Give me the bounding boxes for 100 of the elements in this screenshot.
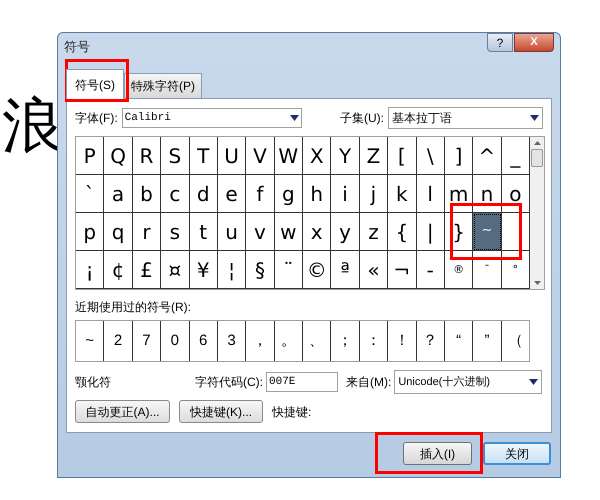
scrollbar-thumb[interactable] [531,149,543,167]
symbol-cell[interactable]: ` [76,175,104,213]
recent-symbol-cell[interactable]: 、 [303,321,332,361]
char-code-label: 字符代码(C): [195,374,263,391]
recent-symbol-cell[interactable]: ， [246,321,275,361]
symbol-cell[interactable]: { [388,213,416,251]
recent-symbol-cell[interactable]: 2 [104,321,133,361]
symbol-cell[interactable]: ¨ [274,251,303,289]
recent-symbol-cell[interactable]: ？ [416,321,445,361]
annotation-frame [65,59,129,102]
symbol-cell[interactable]: W [274,137,303,175]
symbol-cell[interactable]: ^ [473,137,502,175]
symbol-cell[interactable]: © [303,251,332,289]
symbol-cell[interactable]: V [246,137,275,175]
symbol-cell[interactable]: g [274,175,303,213]
recent-symbol-cell[interactable]: 。 [274,321,303,361]
symbol-cell[interactable]: u [218,213,246,251]
symbol-cell[interactable]: j [360,175,388,213]
symbol-cell[interactable]: c [161,175,190,213]
symbol-cell[interactable]: r [132,213,162,251]
from-label: 来自(M): [346,374,392,391]
symbol-cell[interactable]: i [331,175,360,213]
dropdown-arrow-icon [529,379,538,385]
symbol-cell[interactable]: R [132,137,162,175]
symbol-cell[interactable]: T [190,137,218,175]
symbol-cell[interactable]: l [416,175,445,213]
symbol-cell[interactable]: ~ [473,213,502,251]
symbol-cell[interactable]: ¬ [388,251,416,289]
symbol-cell[interactable]: | [416,213,445,251]
annotation-frame [450,203,522,260]
recent-symbol-cell[interactable]: ； [331,321,360,361]
symbol-cell[interactable]: ¦ [218,251,246,289]
tab[interactable]: 符号(S) [66,69,124,99]
symbol-cell[interactable]: [ [388,137,416,175]
from-dropdown[interactable]: Unicode(十六进制) [394,370,542,394]
symbol-cell[interactable]: Z [360,137,388,175]
recent-symbol-cell[interactable]: 7 [132,321,162,361]
help-button[interactable]: ? [487,33,513,52]
symbol-cell[interactable]: ¢ [104,251,133,289]
recent-symbol-cell[interactable]: ： [360,321,388,361]
symbol-cell[interactable]: e [218,175,246,213]
symbol-cell[interactable]: ® [444,251,474,289]
symbol-cell[interactable]: x [303,213,332,251]
symbol-cell[interactable]: k [388,175,416,213]
symbol-cell[interactable]: ¡ [76,251,104,289]
symbol-cell[interactable]: p [76,213,104,251]
recent-symbol-cell[interactable]: （ [502,321,529,361]
recent-symbol-cell[interactable]: 6 [190,321,218,361]
symbol-cell[interactable]: z [360,213,388,251]
symbol-cell[interactable]: v [246,213,275,251]
symbol-cell[interactable]: Q [104,137,133,175]
symbol-cell[interactable]: s [161,213,190,251]
symbol-cell[interactable]: X [303,137,332,175]
symbol-cell[interactable]: f [246,175,275,213]
symbol-cell[interactable]: m [444,175,474,213]
symbol-cell[interactable]: q [104,213,133,251]
symbol-cell[interactable]: ] [444,137,474,175]
symbol-cell[interactable]: ¤ [161,251,190,289]
char-code-field[interactable]: 007E [266,372,338,392]
symbol-cell[interactable]: d [190,175,218,213]
symbol-cell[interactable]: « [360,251,388,289]
scroll-down-icon[interactable] [534,281,540,285]
autocorrect-button[interactable]: 自动更正(A)... [75,400,170,423]
symbol-cell[interactable]: ¥ [190,251,218,289]
shortcut-key-button[interactable]: 快捷键(K)... [179,400,263,423]
recent-symbol-cell[interactable]: ！ [388,321,416,361]
symbol-cell[interactable]: § [246,251,275,289]
symbol-cell[interactable]: S [161,137,190,175]
dropdown-arrow-icon [530,115,539,121]
window-title: 符号 [64,38,90,56]
subset-label: 子集(U): [340,110,384,127]
symbol-cell[interactable]: h [303,175,332,213]
subset-dropdown[interactable]: 基本拉丁语 [388,107,543,129]
recent-symbol-cell[interactable]: 3 [218,321,246,361]
symbol-cell[interactable]: P [76,137,104,175]
symbol-cell[interactable]: t [190,213,218,251]
recent-symbol-cell[interactable]: “ [444,321,474,361]
recent-symbol-cell[interactable]: 0 [161,321,190,361]
symbol-cell[interactable]: £ [132,251,162,289]
symbol-cell[interactable]: - [416,251,445,289]
symbol-cell[interactable]: b [132,175,162,213]
character-name: 颚化符 [75,374,112,391]
close-dialog-button[interactable]: 关闭 [483,442,551,465]
symbol-cell[interactable]: ª [331,251,360,289]
symbol-cell[interactable]: y [331,213,360,251]
recent-symbol-cell[interactable]: ” [473,321,502,361]
symbol-cell[interactable]: Y [331,137,360,175]
symbol-cell[interactable]: \ [416,137,445,175]
symbol-cell[interactable]: U [218,137,246,175]
symbol-cell[interactable]: a [104,175,133,213]
font-dropdown[interactable]: Calibri [122,108,302,128]
background-text: 浪 [2,96,62,156]
scrollbar[interactable] [530,137,544,289]
tab[interactable]: 特殊字符(P) [124,73,202,98]
recent-symbol-cell[interactable]: ~ [76,321,104,361]
font-label: 字体(F): [75,110,118,127]
scroll-up-icon[interactable] [534,141,540,145]
symbol-cell[interactable]: w [274,213,303,251]
symbol-cell[interactable]: ¯ [473,251,502,289]
insert-button[interactable]: 插入(I) [403,442,472,465]
